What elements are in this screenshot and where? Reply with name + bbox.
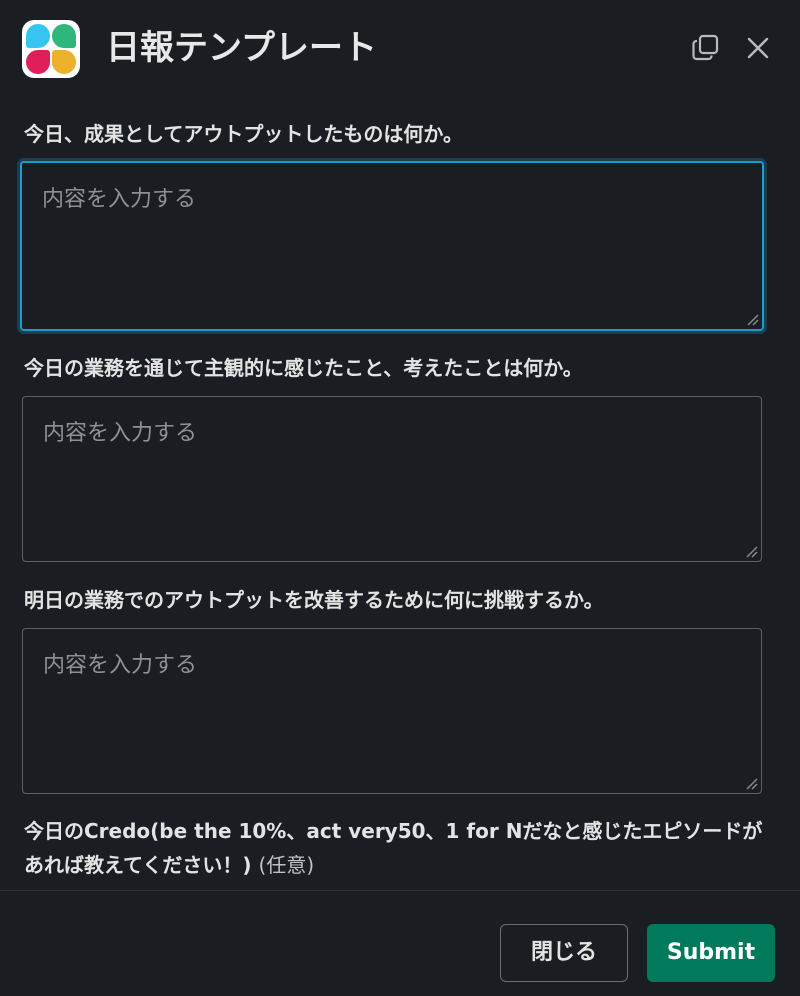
question-1-input[interactable] <box>42 181 742 311</box>
submit-button[interactable]: Submit <box>647 924 775 982</box>
footer-divider <box>0 890 800 891</box>
app-icon-blue-segment <box>26 24 50 48</box>
app-icon-green-segment <box>52 24 76 48</box>
app-icon-yellow-segment <box>52 50 76 74</box>
close-button[interactable]: 閉じる <box>500 924 628 982</box>
app-icon <box>22 20 80 78</box>
question-2-label: 今日の業務を通じて主観的に感じたこと、考えたことは何か。 <box>24 356 583 380</box>
close-x-button[interactable] <box>740 30 776 66</box>
resize-handle-icon[interactable] <box>744 544 758 558</box>
copy-icon <box>692 34 719 61</box>
question-3-label: 明日の業務でのアウトプットを改善するために何に挑戦するか。 <box>24 588 604 612</box>
question-2-input[interactable] <box>43 415 741 543</box>
question-1-field[interactable] <box>20 161 764 331</box>
question-2-field[interactable] <box>22 396 762 562</box>
question-4-label: 今日のCredo(be the 10%、act very50、1 for Nだな… <box>24 814 776 882</box>
close-icon <box>747 37 769 59</box>
modal-title: 日報テンプレート <box>106 28 377 68</box>
question-1-label: 今日、成果としてアウトプットしたものは何か。 <box>24 122 463 146</box>
question-4-label-text: 今日のCredo(be the 10%、act very50、1 for Nだな… <box>24 819 763 877</box>
resize-handle-icon[interactable] <box>744 776 758 790</box>
copy-button[interactable] <box>688 30 724 66</box>
optional-tag: (任意) <box>258 853 315 877</box>
app-icon-red-segment <box>26 50 50 74</box>
question-3-field[interactable] <box>22 628 762 794</box>
resize-handle-icon[interactable] <box>745 312 759 326</box>
report-template-modal: 日報テンプレート 今日、成果としてアウトプットしたものは何か。 今日の業務を通じ… <box>0 0 800 996</box>
modal-header: 日報テンプレート <box>0 0 800 100</box>
question-3-input[interactable] <box>43 647 741 775</box>
